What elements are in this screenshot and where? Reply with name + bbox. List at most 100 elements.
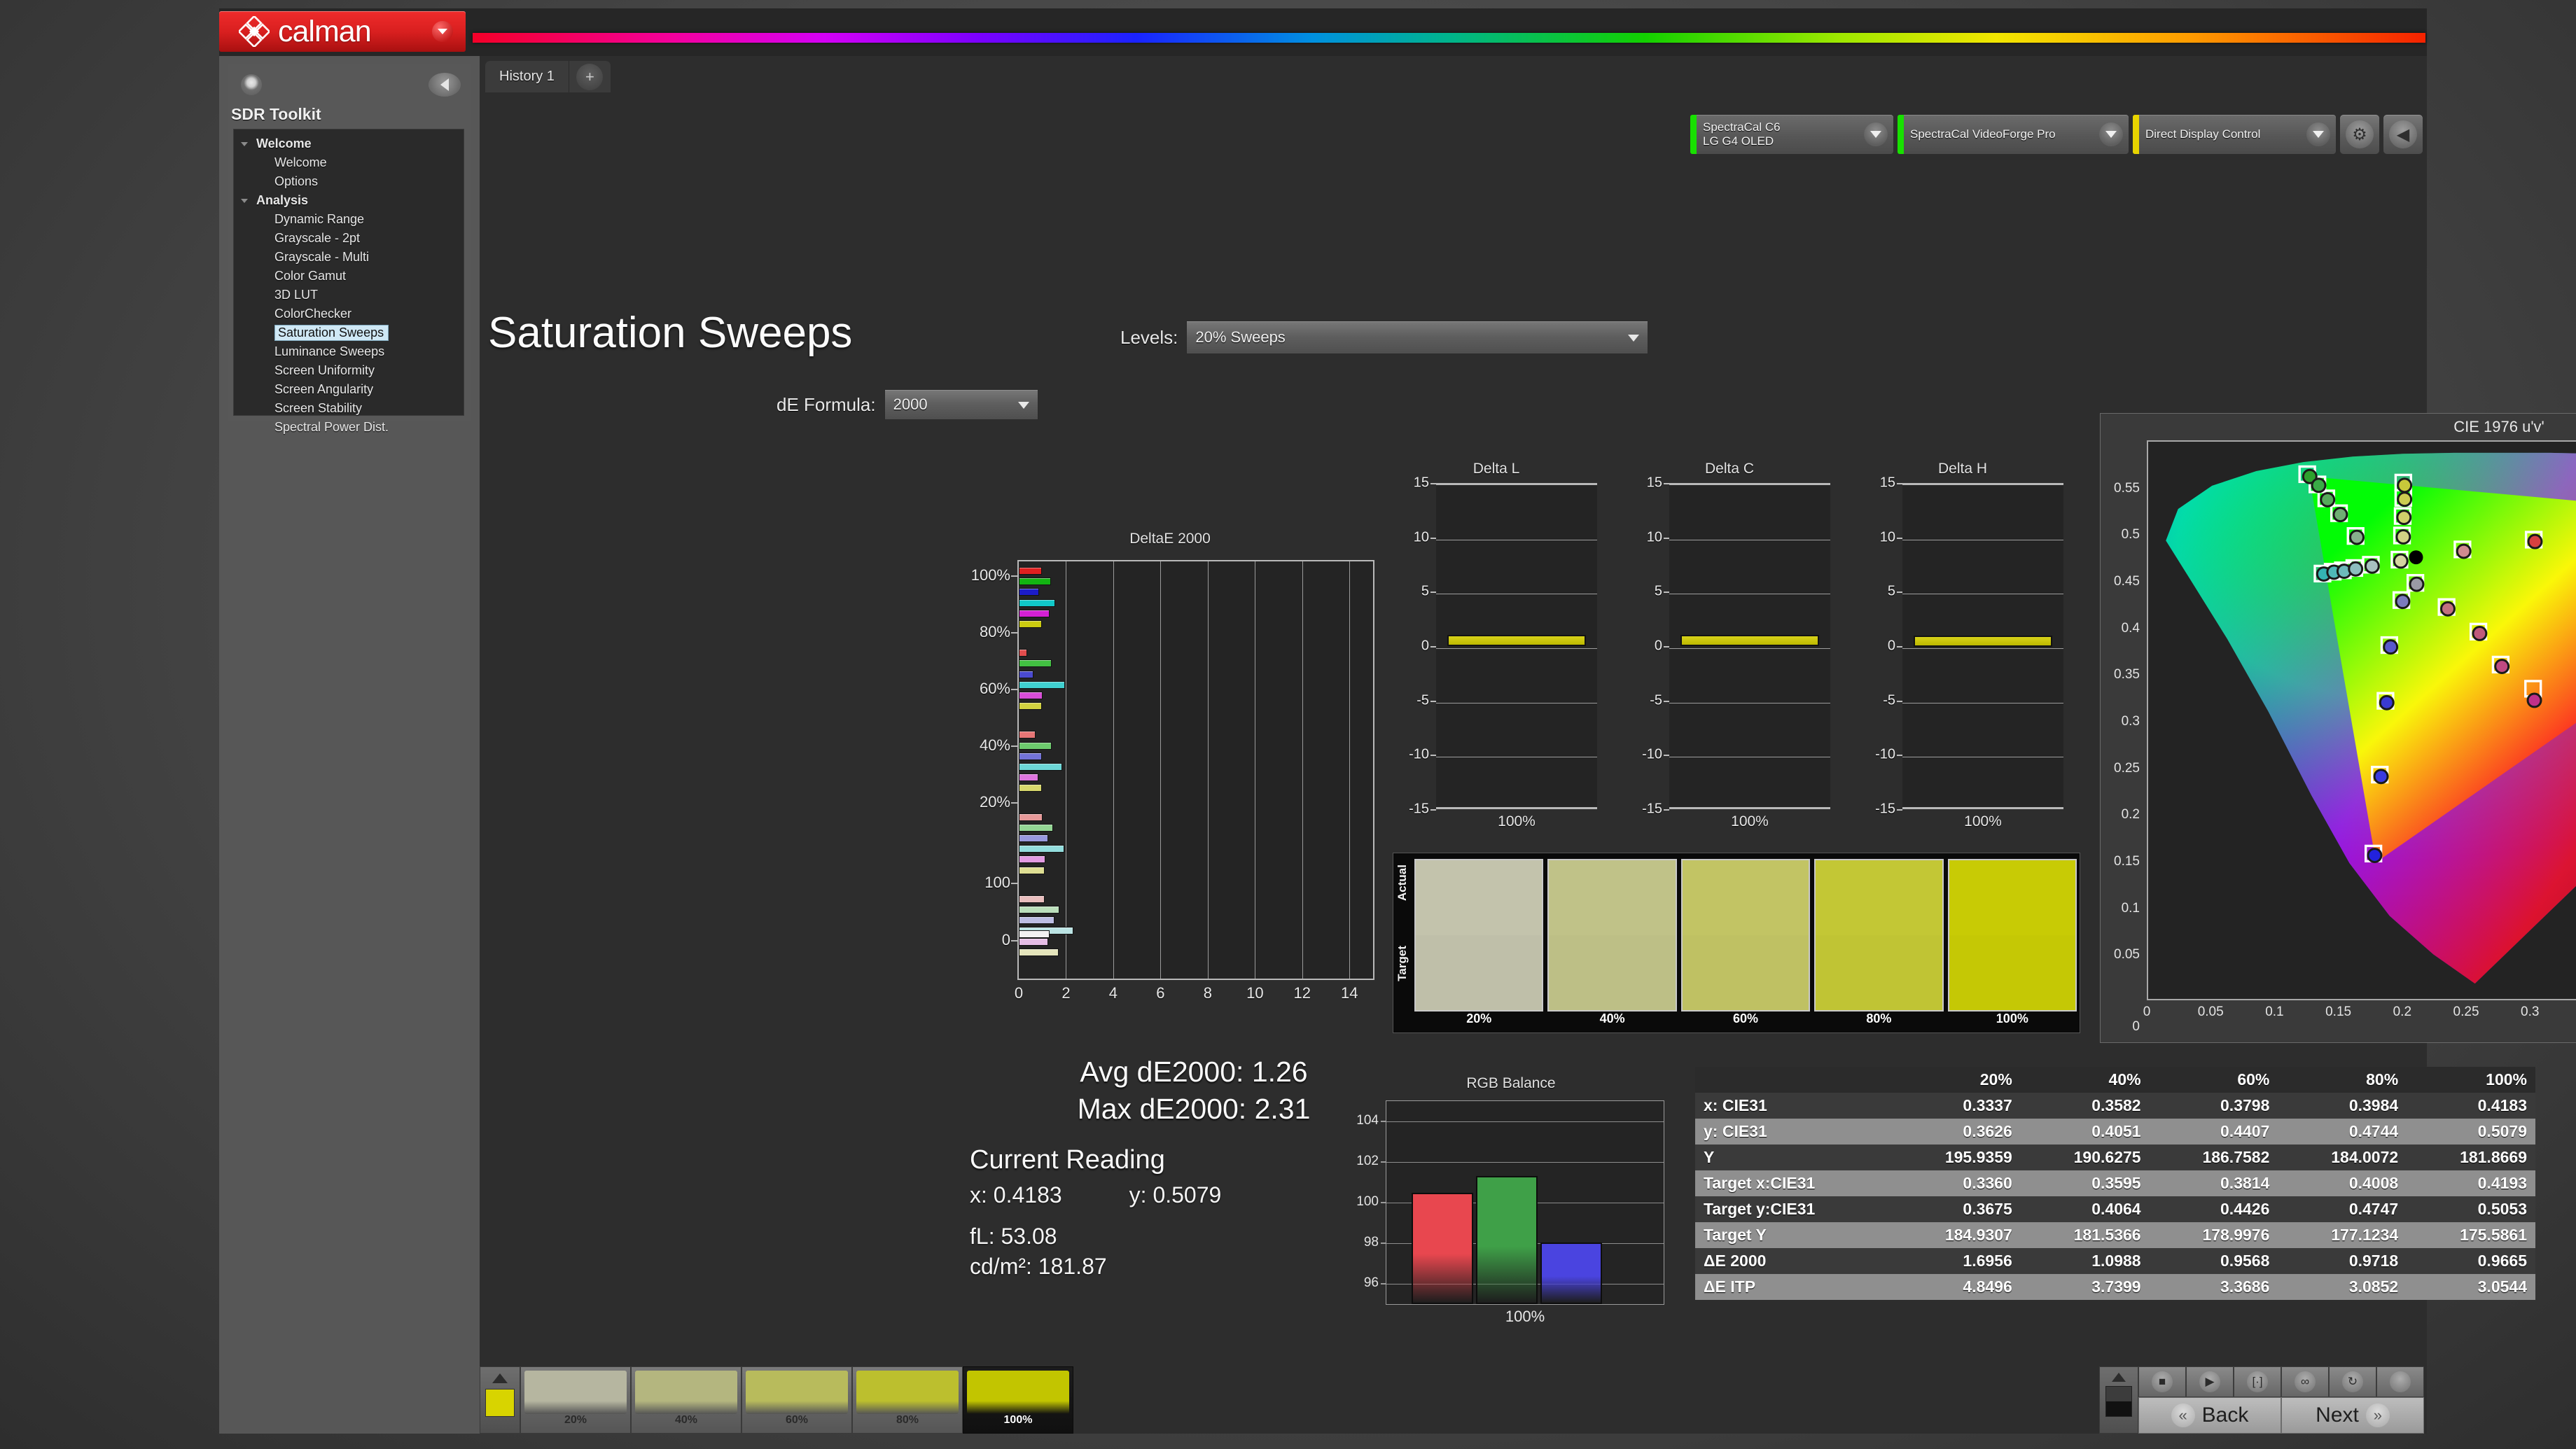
chevron-down-icon[interactable] xyxy=(2099,122,2123,146)
table-cell: 3.3686 xyxy=(2149,1274,2278,1300)
y-tick-label: 60% xyxy=(979,680,1010,698)
sidebar-item-dynamic-range[interactable]: Dynamic Range xyxy=(234,210,464,229)
x-tick-label: 8 xyxy=(1203,984,1212,1002)
y-tick xyxy=(1011,632,1017,634)
y-tick-label: 15 xyxy=(1879,475,1895,491)
table-row: ΔE ITP 4.8496 3.7399 3.3686 3.0852 3.0544 xyxy=(1695,1274,2535,1300)
x-tick-label: 0.2 xyxy=(2393,1004,2412,1019)
pattern-nav-cell-80[interactable]: 80% xyxy=(852,1366,963,1434)
table-cell: 1.6956 xyxy=(1891,1248,2021,1274)
chevron-up-icon xyxy=(492,1373,508,1383)
measure-bracket-icon[interactable]: [·] xyxy=(2234,1366,2281,1397)
sidebar-item-3d-lut[interactable]: 3D LUT xyxy=(234,286,464,304)
chevron-down-icon[interactable] xyxy=(2306,122,2330,146)
sidebar-item-label: Dynamic Range xyxy=(274,212,365,226)
chart-title: CIE 1976 u'v' xyxy=(2453,418,2544,435)
chevron-left-icon[interactable] xyxy=(429,73,461,97)
swatch-actual xyxy=(1416,860,1543,935)
sidebar-item-analysis[interactable]: Analysis xyxy=(234,191,464,210)
table-cell: 186.7582 xyxy=(2149,1144,2278,1170)
sidebar-item-screen-uniformity[interactable]: Screen Uniformity xyxy=(234,361,464,380)
settings-gear-icon[interactable]: ⚙ xyxy=(2340,115,2379,154)
device-selector-2[interactable]: SpectraCal VideoForge Pro xyxy=(1898,115,2129,154)
levels-label: Levels: xyxy=(1120,326,1178,348)
chevron-down-icon[interactable] xyxy=(1864,122,1888,146)
y-tick-label: 0.25 xyxy=(2114,760,2140,776)
table-cell: 0.5079 xyxy=(2407,1119,2535,1144)
swatch-level-label: 40% xyxy=(1599,1011,1625,1026)
next-button[interactable]: Next » xyxy=(2281,1397,2424,1434)
sidebar-item-luminance-sweeps[interactable]: Luminance Sweeps xyxy=(234,342,464,361)
sidebar-item-options[interactable]: Options xyxy=(234,172,464,191)
y-tick-label: 0.05 xyxy=(2114,947,2140,962)
blank-circle-icon[interactable] xyxy=(2376,1366,2424,1397)
y-tick xyxy=(1897,483,1902,484)
pattern-nav-cell-60[interactable]: 60% xyxy=(742,1366,852,1434)
sidebar-item-grayscale-multi[interactable]: Grayscale - Multi xyxy=(234,248,464,267)
back-button[interactable]: « Back xyxy=(2138,1397,2281,1434)
y-tick xyxy=(1430,483,1436,484)
sidebar-item-screen-angularity[interactable]: Screen Angularity xyxy=(234,380,464,399)
table-cell: 0.4744 xyxy=(2278,1119,2407,1144)
sidebar-item-colorchecker[interactable]: ColorChecker xyxy=(234,304,464,323)
sidebar-item-screen-stability[interactable]: Screen Stability xyxy=(234,399,464,418)
sidebar-item-label: Screen Angularity xyxy=(274,382,374,396)
swatch-column: 60% xyxy=(1680,859,1811,1030)
swatch-cells: 20% 40% 60% 80% 100% xyxy=(1414,859,2077,1030)
stop-button-icon[interactable]: ■ xyxy=(2138,1366,2186,1397)
levels-select[interactable]: 20% Sweeps xyxy=(1186,321,1649,354)
x-tick-label: 0.3 xyxy=(2521,1004,2540,1019)
sidebar-item-welcome[interactable]: Welcome xyxy=(234,153,464,172)
swatch-actual xyxy=(1949,860,2076,935)
chevron-down-icon[interactable] xyxy=(432,21,453,42)
de-formula-select[interactable]: 2000 xyxy=(884,389,1038,420)
sidebar-item-welcome[interactable]: Welcome xyxy=(234,134,464,153)
sidebar-item-spectral-power-dist[interactable]: Spectral Power Dist. xyxy=(234,418,464,437)
y-tick-label: -15 xyxy=(1409,801,1429,817)
collapse-panel-icon[interactable]: ◀ xyxy=(2383,115,2423,154)
swatch-cell xyxy=(1814,859,1944,1011)
y-tick-label: 98 xyxy=(1363,1235,1379,1250)
sidebar-item-color-gamut[interactable]: Color Gamut xyxy=(234,267,464,286)
continuous-infinity-icon[interactable]: ∞ xyxy=(2281,1366,2329,1397)
pattern-nav-cell-100[interactable]: 100% xyxy=(963,1366,1073,1434)
y-tick xyxy=(1011,802,1017,804)
collapse-panel-icon-glyph: ◀ xyxy=(2389,120,2417,148)
content-area: Saturation Sweeps Levels: 20% Sweeps dE … xyxy=(480,160,2576,1350)
delta-h-chart: Delta H 15 10 5 0 -5 -10 -15 100% xyxy=(1859,461,2066,846)
calman-brand-button[interactable]: calman xyxy=(219,11,466,52)
gridline xyxy=(1386,1121,1664,1122)
chevron-down-icon[interactable] xyxy=(241,199,248,203)
table-row-label: Y xyxy=(1695,1144,1892,1170)
status-indicator-icon xyxy=(241,74,262,95)
sidebar-item-grayscale-2pt[interactable]: Grayscale - 2pt xyxy=(234,229,464,248)
gridline xyxy=(1386,1162,1664,1163)
y-tick-label: 104 xyxy=(1356,1113,1379,1128)
table-row-label: ΔE ITP xyxy=(1695,1274,1892,1300)
pattern-nav-cell-40[interactable]: 40% xyxy=(631,1366,742,1434)
chevron-down-icon[interactable] xyxy=(241,142,248,146)
plot-area[interactable] xyxy=(2147,440,2576,1000)
workflow-tree[interactable]: Welcome Welcome Options Analysis Dynamic Ran… xyxy=(233,129,464,434)
add-history-tab-button[interactable]: + xyxy=(568,61,611,92)
y-tick xyxy=(1430,755,1436,757)
pattern-up-button[interactable] xyxy=(480,1366,520,1434)
pattern-nav-cell-20[interactable]: 20% xyxy=(520,1366,631,1434)
device-selector-1[interactable]: SpectraCal C6 LG G4 OLED xyxy=(1690,115,1893,154)
swatch-target xyxy=(1416,935,1543,1010)
refresh-loop-icon[interactable]: ↻ xyxy=(2329,1366,2376,1397)
actual-label: Actual xyxy=(1395,864,1409,901)
x-tick-label: 0.1 xyxy=(2265,1004,2284,1019)
pattern-window-button[interactable] xyxy=(2099,1366,2138,1434)
spectrum-gradient-bar xyxy=(473,33,2425,43)
table-cell: 177.1234 xyxy=(2278,1222,2407,1248)
x-axis: 0 2 4 6 8 10 12 14 xyxy=(1015,984,1376,1012)
next-label: Next xyxy=(2316,1404,2359,1427)
sidebar-item-label: Luminance Sweeps xyxy=(274,344,385,358)
tab-history-1[interactable]: History 1 + xyxy=(485,61,611,92)
device-selector-3[interactable]: Direct Display Control xyxy=(2133,115,2336,154)
table-cell: 0.3814 xyxy=(2149,1170,2278,1196)
y-tick-label: 96 xyxy=(1363,1275,1379,1290)
sidebar-item-saturation-sweeps[interactable]: Saturation Sweeps xyxy=(234,323,464,342)
play-button-icon[interactable]: ▶ xyxy=(2186,1366,2234,1397)
